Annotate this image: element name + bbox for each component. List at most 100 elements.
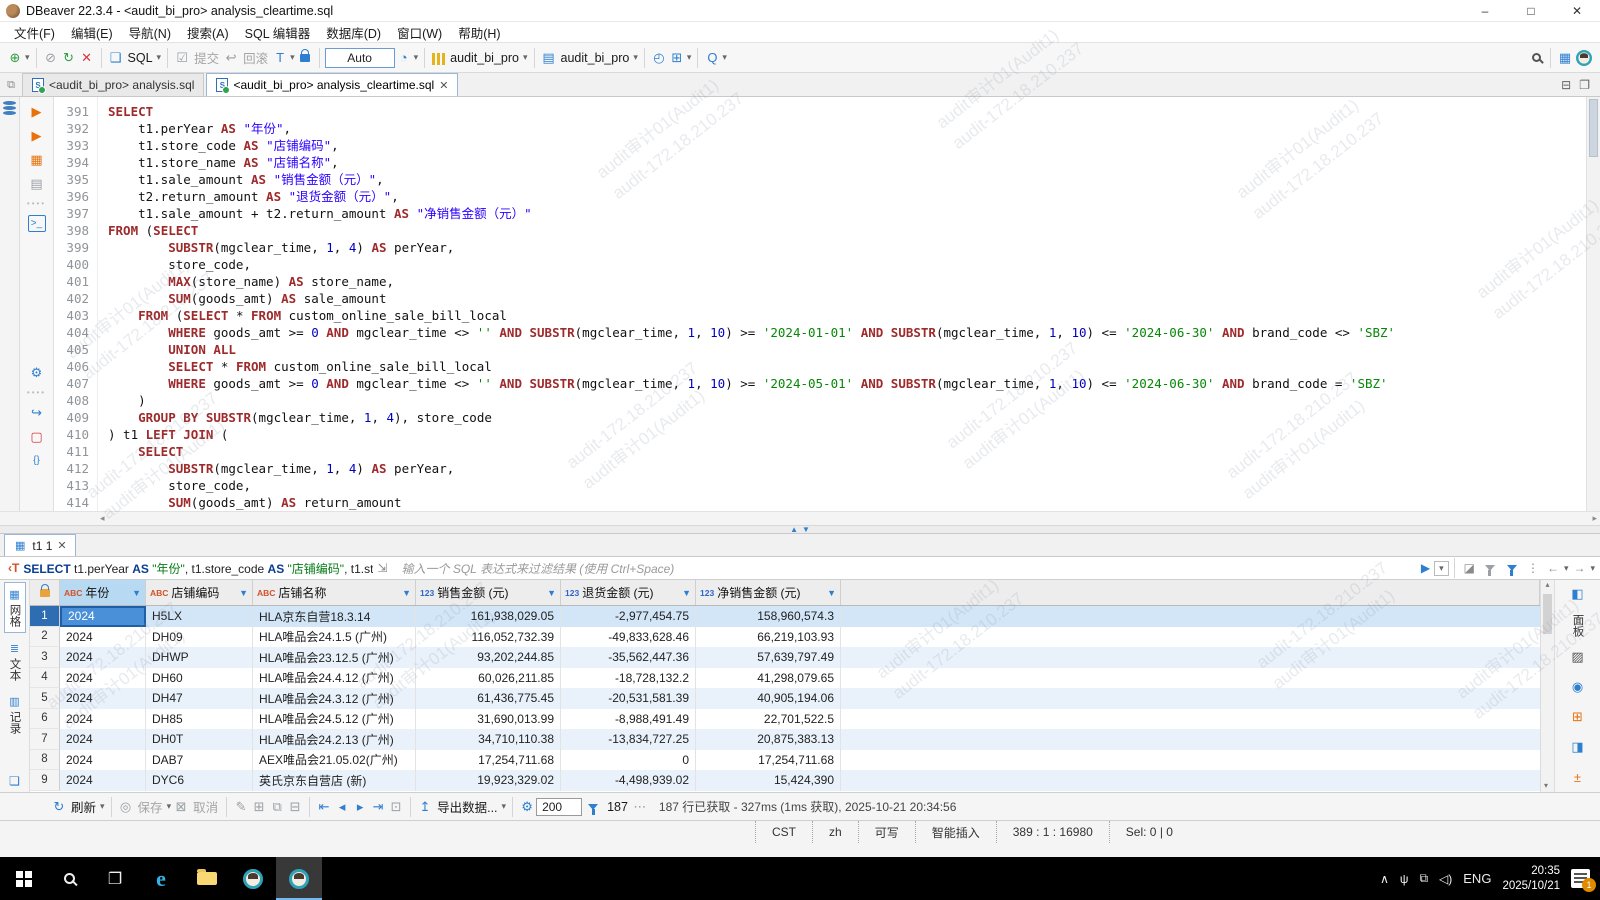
table-cell[interactable]: 15,424,390 <box>696 770 841 791</box>
usb-icon[interactable]: ψ <box>1400 872 1409 886</box>
column-header[interactable]: 123销售金额 (元)▼ <box>416 580 561 605</box>
table-cell[interactable]: -4,498,939.02 <box>561 770 696 791</box>
language-indicator[interactable]: ENG <box>1463 871 1491 886</box>
copy-row-icon[interactable]: ⧉ <box>268 797 286 817</box>
filter-save-icon[interactable] <box>1507 565 1517 571</box>
execute-statement-icon[interactable]: ▶ <box>28 103 46 120</box>
clock-icon[interactable]: ◔ <box>395 48 413 68</box>
column-dropdown-icon[interactable]: ▼ <box>547 588 556 598</box>
close-tab-icon[interactable]: ✕ <box>439 79 448 92</box>
table-row[interactable]: 32024DHWPHLA唯品会23.12.5 (广州)93,202,244.85… <box>30 647 1540 668</box>
tx-mode-caret-icon[interactable]: ▾ <box>289 52 296 63</box>
snippet-file-icon[interactable]: {} <box>28 452 46 469</box>
disconnect-icon[interactable]: ✕ <box>78 48 96 68</box>
table-cell[interactable]: 2024 <box>60 688 146 709</box>
scroll-right-icon[interactable]: ▸ <box>1592 513 1597 524</box>
taskbar-search-button[interactable] <box>46 857 92 900</box>
error-file-icon[interactable]: ▢ <box>28 428 46 445</box>
table-cell[interactable]: -8,988,491.49 <box>561 709 696 730</box>
schema-diagram-icon[interactable]: ⊞ <box>668 48 686 68</box>
filter-history-caret-icon[interactable]: ▾ <box>1434 561 1449 576</box>
table-cell[interactable]: 66,219,103.93 <box>696 627 841 648</box>
results-grid[interactable]: ABC年份▼ABC店铺编码▼ABC店铺名称▼123销售金额 (元)▼123退货金… <box>30 580 1540 792</box>
table-cell[interactable]: 61,436,775.45 <box>416 688 561 709</box>
tx-mode-icon[interactable]: T <box>271 48 289 68</box>
references-panel-icon[interactable]: ⊞ <box>1569 707 1587 727</box>
panel-settings-icon[interactable]: ❏ <box>9 774 20 792</box>
column-dropdown-icon[interactable]: ▼ <box>239 588 248 598</box>
table-cell[interactable]: 20,875,383.13 <box>696 729 841 750</box>
schema-selector[interactable]: audit_bi_pro <box>558 51 633 65</box>
menu-item[interactable]: 文件(F) <box>6 23 63 42</box>
nav-next-icon[interactable]: ▸ <box>351 797 369 817</box>
commit-icon[interactable]: ☑ <box>173 48 191 68</box>
table-cell[interactable]: 22,701,522.5 <box>696 709 841 730</box>
menu-item[interactable]: 数据库(D) <box>318 23 389 42</box>
add-row-icon[interactable]: ⊞ <box>250 797 268 817</box>
nav-last-icon[interactable]: ⇥ <box>369 797 387 817</box>
filter-sql-text[interactable]: SELECT t1.perYear AS "年份", t1.store_code… <box>23 560 373 577</box>
taskbar-clock[interactable]: 20:35 2025/10/21 <box>1502 864 1560 893</box>
table-cell[interactable]: DH0T <box>146 729 253 750</box>
cancel-label[interactable]: 取消 <box>190 797 221 816</box>
row-number[interactable]: 2 <box>30 627 60 648</box>
table-cell[interactable]: 17,254,711.68 <box>416 750 561 771</box>
database-navigator-icon[interactable] <box>3 101 16 115</box>
close-tab-icon[interactable]: ✕ <box>57 539 66 552</box>
editor-vertical-scrollbar[interactable] <box>1586 97 1600 511</box>
table-cell[interactable]: HLA唯品会24.2.13 (广州) <box>253 729 416 750</box>
table-cell[interactable]: DYC6 <box>146 770 253 791</box>
history-back-icon[interactable]: ← <box>1547 561 1559 575</box>
history-forward-caret-icon[interactable]: ▾ <box>1589 563 1596 574</box>
execute-new-tab-icon[interactable]: ▶ <box>28 127 46 144</box>
export-file-icon[interactable]: ↪ <box>28 404 46 421</box>
row-number[interactable]: 9 <box>30 770 60 791</box>
table-cell[interactable]: 2024 <box>60 750 146 771</box>
minimize-button[interactable]: – <box>1462 0 1508 22</box>
task-view-button[interactable]: ❐ <box>92 857 138 900</box>
sql-code[interactable]: SELECT t1.perYear AS "年份", t1.store_code… <box>98 97 1586 511</box>
minimize-view-icon[interactable]: ⊟ <box>1561 78 1571 92</box>
sql-editor-area[interactable]: ▶ ▶ ▦ ▤ •••• >_ ⚙ •••• ↪ ▢ {} 3913923933… <box>0 97 1600 511</box>
table-cell[interactable]: 116,052,732.39 <box>416 627 561 648</box>
column-header[interactable]: ABC店铺编码▼ <box>146 580 253 605</box>
table-cell[interactable]: 2024 <box>60 770 146 791</box>
fetch-size-input[interactable]: 200 <box>536 798 582 816</box>
grid-vertical-scrollbar[interactable]: ▴ ▾ <box>1540 580 1554 792</box>
calc-panel-icon[interactable]: ± <box>1569 767 1587 787</box>
export-data-label[interactable]: 导出数据... <box>434 797 500 816</box>
status-segment[interactable]: 389 : 1 : 16980 <box>996 821 1109 843</box>
new-connection-caret-icon[interactable]: ▾ <box>24 52 31 63</box>
scroll-left-icon[interactable]: ◂ <box>100 513 105 524</box>
commit-label[interactable]: 提交 <box>191 48 222 67</box>
edit-row-icon[interactable]: ✎ <box>232 797 250 817</box>
menu-item[interactable]: 搜索(A) <box>179 23 237 42</box>
editor-horizontal-scrollbar[interactable]: ◂ ▸ <box>0 511 1600 525</box>
column-dropdown-icon[interactable]: ▼ <box>402 588 411 598</box>
status-segment[interactable]: CST <box>755 821 812 843</box>
table-cell[interactable]: 17,254,711.68 <box>696 750 841 771</box>
history-back-caret-icon[interactable]: ▾ <box>1563 563 1570 574</box>
menu-item[interactable]: SQL 编辑器 <box>237 23 319 42</box>
table-cell[interactable]: HLA唯品会24.1.5 (广州) <box>253 627 416 648</box>
maximize-button[interactable]: □ <box>1508 0 1554 22</box>
table-row[interactable]: 52024DH47HLA唯品会24.3.12 (广州)61,436,775.45… <box>30 688 1540 709</box>
table-cell[interactable]: -13,834,727.25 <box>561 729 696 750</box>
refresh-caret-icon[interactable]: ▾ <box>99 801 106 812</box>
volume-icon[interactable]: ◁) <box>1439 872 1452 886</box>
schema-diagram-caret-icon[interactable]: ▾ <box>686 52 693 63</box>
table-cell[interactable]: 31,690,013.99 <box>416 709 561 730</box>
sql-editor-icon[interactable]: ❑ <box>107 48 125 68</box>
table-cell[interactable]: -18,728,132.2 <box>561 668 696 689</box>
db-search-icon[interactable]: Q <box>703 48 721 68</box>
table-cell[interactable]: HLA唯品会24.5.12 (广州) <box>253 709 416 730</box>
table-cell[interactable]: H5LX <box>146 606 253 627</box>
settings-gear-icon[interactable]: ⚙ <box>518 797 536 817</box>
row-number[interactable]: 3 <box>30 647 60 668</box>
table-cell[interactable]: -2,977,454.75 <box>561 606 696 627</box>
table-cell[interactable]: HLA京东自营18.3.14 <box>253 606 416 627</box>
row-number[interactable]: 7 <box>30 729 60 750</box>
file-explorer-button[interactable] <box>184 857 230 900</box>
row-number[interactable]: 8 <box>30 750 60 771</box>
close-button[interactable]: ✕ <box>1554 0 1600 22</box>
